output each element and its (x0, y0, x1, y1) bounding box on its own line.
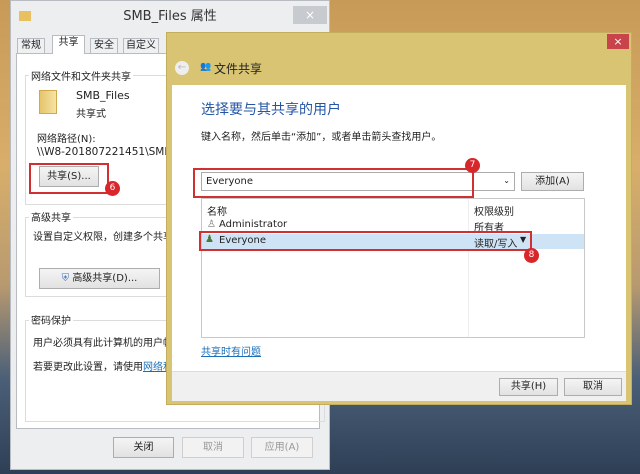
tab-general[interactable]: 常规 (17, 38, 45, 54)
close-button[interactable]: × (607, 34, 629, 49)
chevron-down-icon[interactable]: ⌄ (503, 176, 510, 185)
dialog-title: 文件共享 (214, 62, 263, 76)
file-sharing-dialog: × ← 👥 文件共享 选择要与其共享的用户 键入名称，然后单击“添加”，或者单击… (166, 32, 632, 405)
close-button[interactable]: × (293, 6, 327, 24)
help-link[interactable]: 共享时有问题 (201, 343, 261, 358)
folder-icon (39, 90, 57, 114)
column-header-name[interactable]: 名称 (207, 203, 227, 218)
user-icon: ♙ (207, 219, 216, 230)
advanced-share-label: 高级共享(D)... (72, 273, 138, 284)
share-button[interactable]: 共享(H) (499, 378, 558, 396)
cancel-button[interactable]: 取消 (564, 378, 622, 396)
users-icon: 👥 (200, 62, 212, 72)
group-label: 高级共享 (29, 209, 73, 224)
apply-button[interactable]: 应用(A) (251, 437, 313, 458)
close-dialog-button[interactable]: 关闭 (113, 437, 174, 458)
highlight-box (193, 168, 474, 198)
heading: 选择要与其共享的用户 (201, 102, 341, 118)
folder-name: SMB_Files (76, 89, 130, 102)
shield-icon: ⛨ (61, 273, 70, 284)
highlight-box (199, 231, 532, 251)
advanced-share-button[interactable]: ⛨ 高级共享(D)... (39, 268, 160, 289)
tab-security[interactable]: 安全 (90, 38, 118, 54)
content-area: 选择要与其共享的用户 键入名称，然后单击“添加”，或者单击箭头查找用户。 Eve… (172, 85, 626, 371)
tab-sharing[interactable]: 共享 (52, 35, 85, 54)
window-title: SMB_Files 属性 (123, 9, 217, 24)
dialog-footer: 共享(H) 取消 (172, 371, 626, 401)
column-header-level[interactable]: 权限级别 (474, 203, 514, 218)
cancel-button[interactable]: 取消 (182, 437, 244, 458)
share-button[interactable]: 共享(S)... (39, 166, 99, 187)
step-badge: 8 (524, 248, 539, 263)
step-badge: 7 (465, 158, 480, 173)
tab-customize[interactable]: 自定义 (123, 38, 159, 54)
password-desc: 用户必须具有此计算机的用户帐户 (33, 338, 183, 349)
change-text: 若要更改此设置，请使用网络和共 (33, 358, 183, 373)
group-label: 网络文件和文件夹共享 (29, 68, 133, 83)
add-button[interactable]: 添加(A) (521, 172, 584, 191)
user-list: 名称 权限级别 ♙ Administrator 所有者 ♟ Everyone 读… (201, 198, 585, 338)
group-label: 密码保护 (29, 312, 73, 327)
step-badge: 6 (105, 181, 120, 196)
folder-state: 共享式 (76, 109, 106, 120)
back-arrow-icon[interactable]: ← (175, 61, 189, 75)
instruction: 键入名称，然后单击“添加”，或者单击箭头查找用户。 (201, 132, 442, 143)
path-label: 网络路径(N): (37, 134, 96, 145)
row-name: Administrator (219, 219, 288, 230)
change-label: 若要更改此设置，请使用 (33, 362, 143, 373)
advanced-desc: 设置自定义权限，创建多个共享 (33, 232, 173, 243)
